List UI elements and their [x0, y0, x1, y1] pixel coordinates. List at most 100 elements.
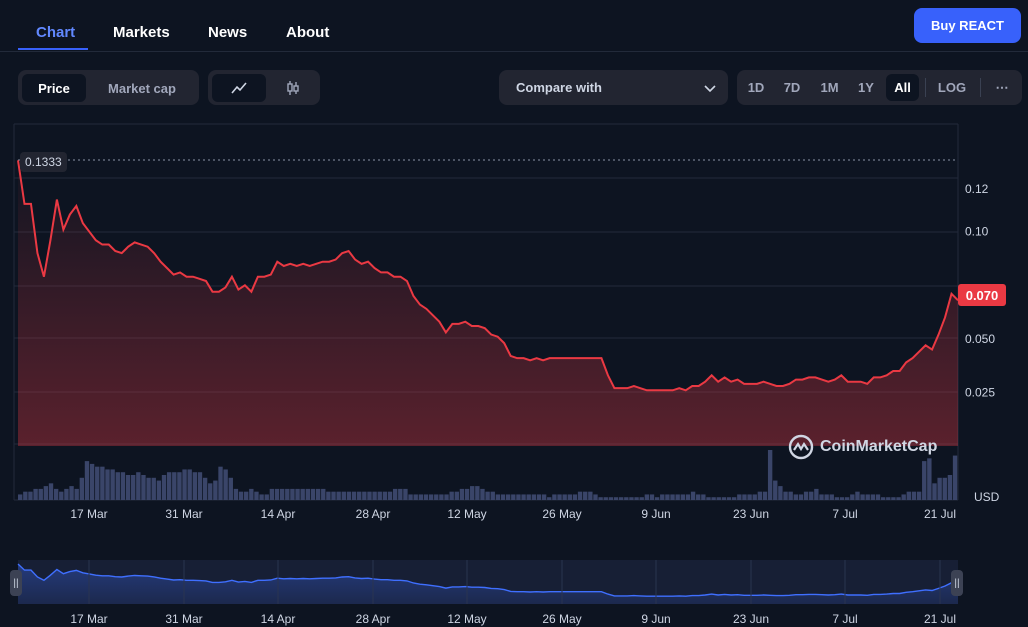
volume-bar [916, 491, 922, 500]
volume-bar [336, 491, 341, 500]
volume-bar [752, 494, 757, 500]
x-tick-label: 9 Jun [641, 507, 670, 521]
volume-bar [480, 488, 485, 500]
volume-bar [464, 488, 470, 500]
volume-bar [290, 488, 295, 500]
volume-bar [865, 494, 870, 500]
volume-bar [798, 494, 804, 500]
x-tick-label: 7 Jul [832, 507, 857, 521]
volume-bar [757, 491, 763, 500]
volume-bar [731, 497, 737, 500]
volume-bar [228, 477, 233, 500]
x-tick-label: 21 Jul [924, 507, 956, 521]
volume-bar [788, 491, 793, 500]
x-tick-label: 17 Mar [70, 507, 107, 521]
volume-bar [660, 494, 665, 500]
volume-bar [372, 491, 377, 500]
volume-bar [613, 497, 619, 500]
volume-bar [213, 480, 218, 500]
volume-bar [300, 488, 305, 500]
volume-bar [716, 497, 721, 500]
volume-bar [187, 469, 192, 500]
volume-bar [511, 494, 516, 500]
volume-bar [105, 469, 110, 500]
volume-bar [634, 497, 639, 500]
volume-bar [305, 488, 311, 500]
volume-bar [505, 494, 511, 500]
volume-bar [875, 494, 881, 500]
volume-bar [577, 491, 583, 500]
volume-bar [64, 488, 69, 500]
x-tick-label: 17 Mar [70, 612, 107, 626]
volume-bar [95, 466, 100, 500]
volume-bar [197, 472, 203, 500]
watermark-text: CoinMarketCap [820, 438, 938, 455]
volume-bar [470, 486, 475, 500]
volume-bar [48, 483, 54, 500]
volume-bar [737, 494, 742, 500]
volume-bar [208, 483, 213, 500]
volume-bar [829, 494, 834, 500]
x-tick-label: 12 May [447, 612, 486, 626]
navigator-right-handle-icon[interactable]: || [951, 570, 963, 596]
volume-bar [131, 475, 136, 500]
volume-bar [279, 488, 285, 500]
volume-bar [572, 494, 578, 500]
volume-bar [495, 494, 501, 500]
volume-bar [84, 461, 90, 500]
volume-bar [721, 497, 727, 500]
volume-bar [346, 491, 352, 500]
price-chart[interactable]: 17 Mar 17 Mar 31 Mar 31 Mar 14 Apr 14 Apr 28 A… [0, 0, 1028, 627]
volume-bar [624, 497, 629, 500]
x-tick-label: 12 May [447, 507, 486, 521]
volume-bar [259, 494, 264, 500]
volume-bar [310, 488, 316, 500]
volume-bar [136, 472, 141, 500]
volume-bar [762, 491, 768, 500]
volume-bar [315, 488, 321, 500]
volume-bar [531, 494, 537, 500]
x-tick-label: 28 Apr [356, 507, 391, 521]
volume-bar [649, 494, 655, 500]
volume-bar [793, 494, 798, 500]
volume-bar [608, 497, 614, 500]
volume-bar [475, 486, 480, 500]
volume-bar [778, 486, 783, 500]
volume-bar [413, 494, 418, 500]
volume-bar [541, 494, 547, 500]
volume-bar [891, 497, 896, 500]
volume-bar [773, 480, 778, 500]
volume-bar [434, 494, 439, 500]
volume-bar [552, 494, 557, 500]
volume-bar [192, 472, 198, 500]
volume-bar [726, 497, 732, 500]
volume-bar [454, 491, 459, 500]
volume-bar [59, 491, 64, 500]
volume-bar [644, 494, 650, 500]
volume-bar [398, 488, 403, 500]
volume-bar [814, 488, 819, 500]
volume-bar [834, 497, 840, 500]
volume-bar [115, 472, 120, 500]
volume-bar [357, 491, 362, 500]
volume-bar [321, 488, 326, 500]
volume-bar [809, 491, 814, 500]
volume-bar [767, 450, 773, 500]
volume-bar [249, 488, 254, 500]
volume-bar [53, 488, 59, 500]
volume-bar [295, 488, 300, 500]
volume-bar [536, 494, 542, 500]
volume-bar [860, 494, 865, 500]
volume-bar [690, 491, 696, 500]
volume-bar [223, 469, 228, 500]
volume-bar [285, 488, 290, 500]
volume-bar [377, 491, 382, 500]
volume-bar [269, 488, 275, 500]
volume-bar [850, 494, 855, 500]
volume-bar [79, 477, 85, 500]
volume-bar [177, 472, 182, 500]
navigator-left-handle-icon[interactable]: || [10, 570, 22, 596]
volume-bar [202, 477, 208, 500]
current-price-label: 0.070 [958, 284, 1006, 306]
volume-bar [952, 455, 958, 500]
